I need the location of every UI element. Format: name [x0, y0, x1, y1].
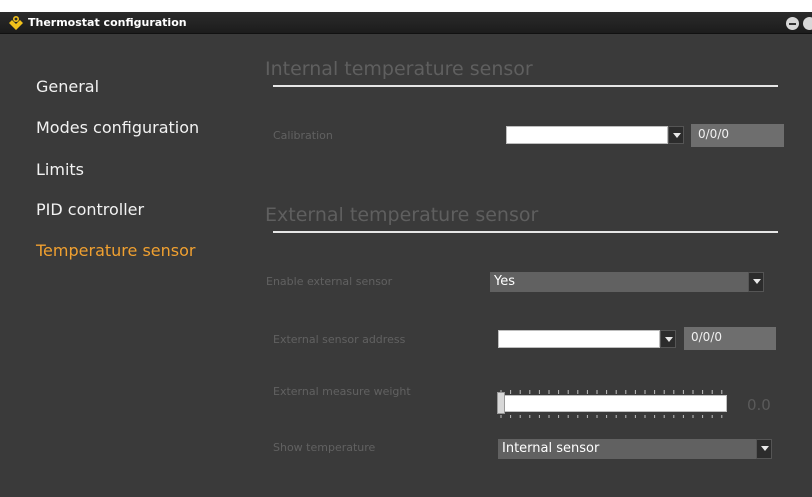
minimize-icon[interactable]	[786, 17, 799, 30]
show-temperature-dropdown-arrow[interactable]	[756, 439, 772, 459]
calibration-field[interactable]	[506, 126, 668, 144]
sidebar-item-temperature-sensor[interactable]: Temperature sensor	[36, 241, 195, 260]
external-sensor-address-dropdown-arrow[interactable]	[660, 330, 676, 348]
external-sensor-address-value[interactable]: 0/0/0	[684, 327, 776, 350]
close-icon[interactable]	[803, 17, 812, 30]
sidebar-item-pid-controller[interactable]: PID controller	[36, 200, 144, 219]
calibration-dropdown-arrow[interactable]	[668, 126, 684, 144]
thermostat-window: Thermostat configuration General Modes c…	[0, 12, 812, 497]
external-sensor-divider	[273, 231, 778, 233]
internal-sensor-heading: Internal temperature sensor	[265, 58, 533, 80]
enable-external-sensor-select[interactable]: Yes	[490, 272, 748, 292]
slider-track[interactable]	[497, 395, 727, 412]
external-measure-weight-label: External measure weight	[273, 385, 411, 398]
sidebar-item-limits[interactable]: Limits	[36, 160, 84, 179]
external-measure-weight-slider[interactable]	[497, 378, 731, 418]
enable-external-sensor-label: Enable external sensor	[266, 275, 393, 288]
calibration-label: Calibration	[273, 129, 333, 142]
external-sensor-address-label: External sensor address	[273, 333, 406, 346]
slider-thumb[interactable]	[497, 392, 505, 414]
sidebar-item-modes-configuration[interactable]: Modes configuration	[36, 118, 199, 137]
title-bar: Thermostat configuration	[0, 12, 812, 34]
enable-external-sensor-dropdown-arrow[interactable]	[748, 272, 764, 292]
thermostat-app-icon	[9, 16, 23, 30]
sidebar-item-general[interactable]: General	[36, 77, 99, 96]
external-measure-weight-value: 0.0	[747, 396, 771, 414]
sidebar: General Modes configuration Limits PID c…	[0, 34, 235, 497]
show-temperature-label: Show temperature	[273, 441, 376, 454]
external-sensor-heading: External temperature sensor	[265, 204, 539, 226]
window-title: Thermostat configuration	[28, 16, 187, 29]
calibration-address[interactable]: 0/0/0	[691, 124, 784, 147]
show-temperature-select[interactable]: Internal sensor	[498, 439, 756, 459]
external-sensor-address-field[interactable]	[498, 330, 660, 348]
internal-sensor-divider	[273, 85, 778, 87]
